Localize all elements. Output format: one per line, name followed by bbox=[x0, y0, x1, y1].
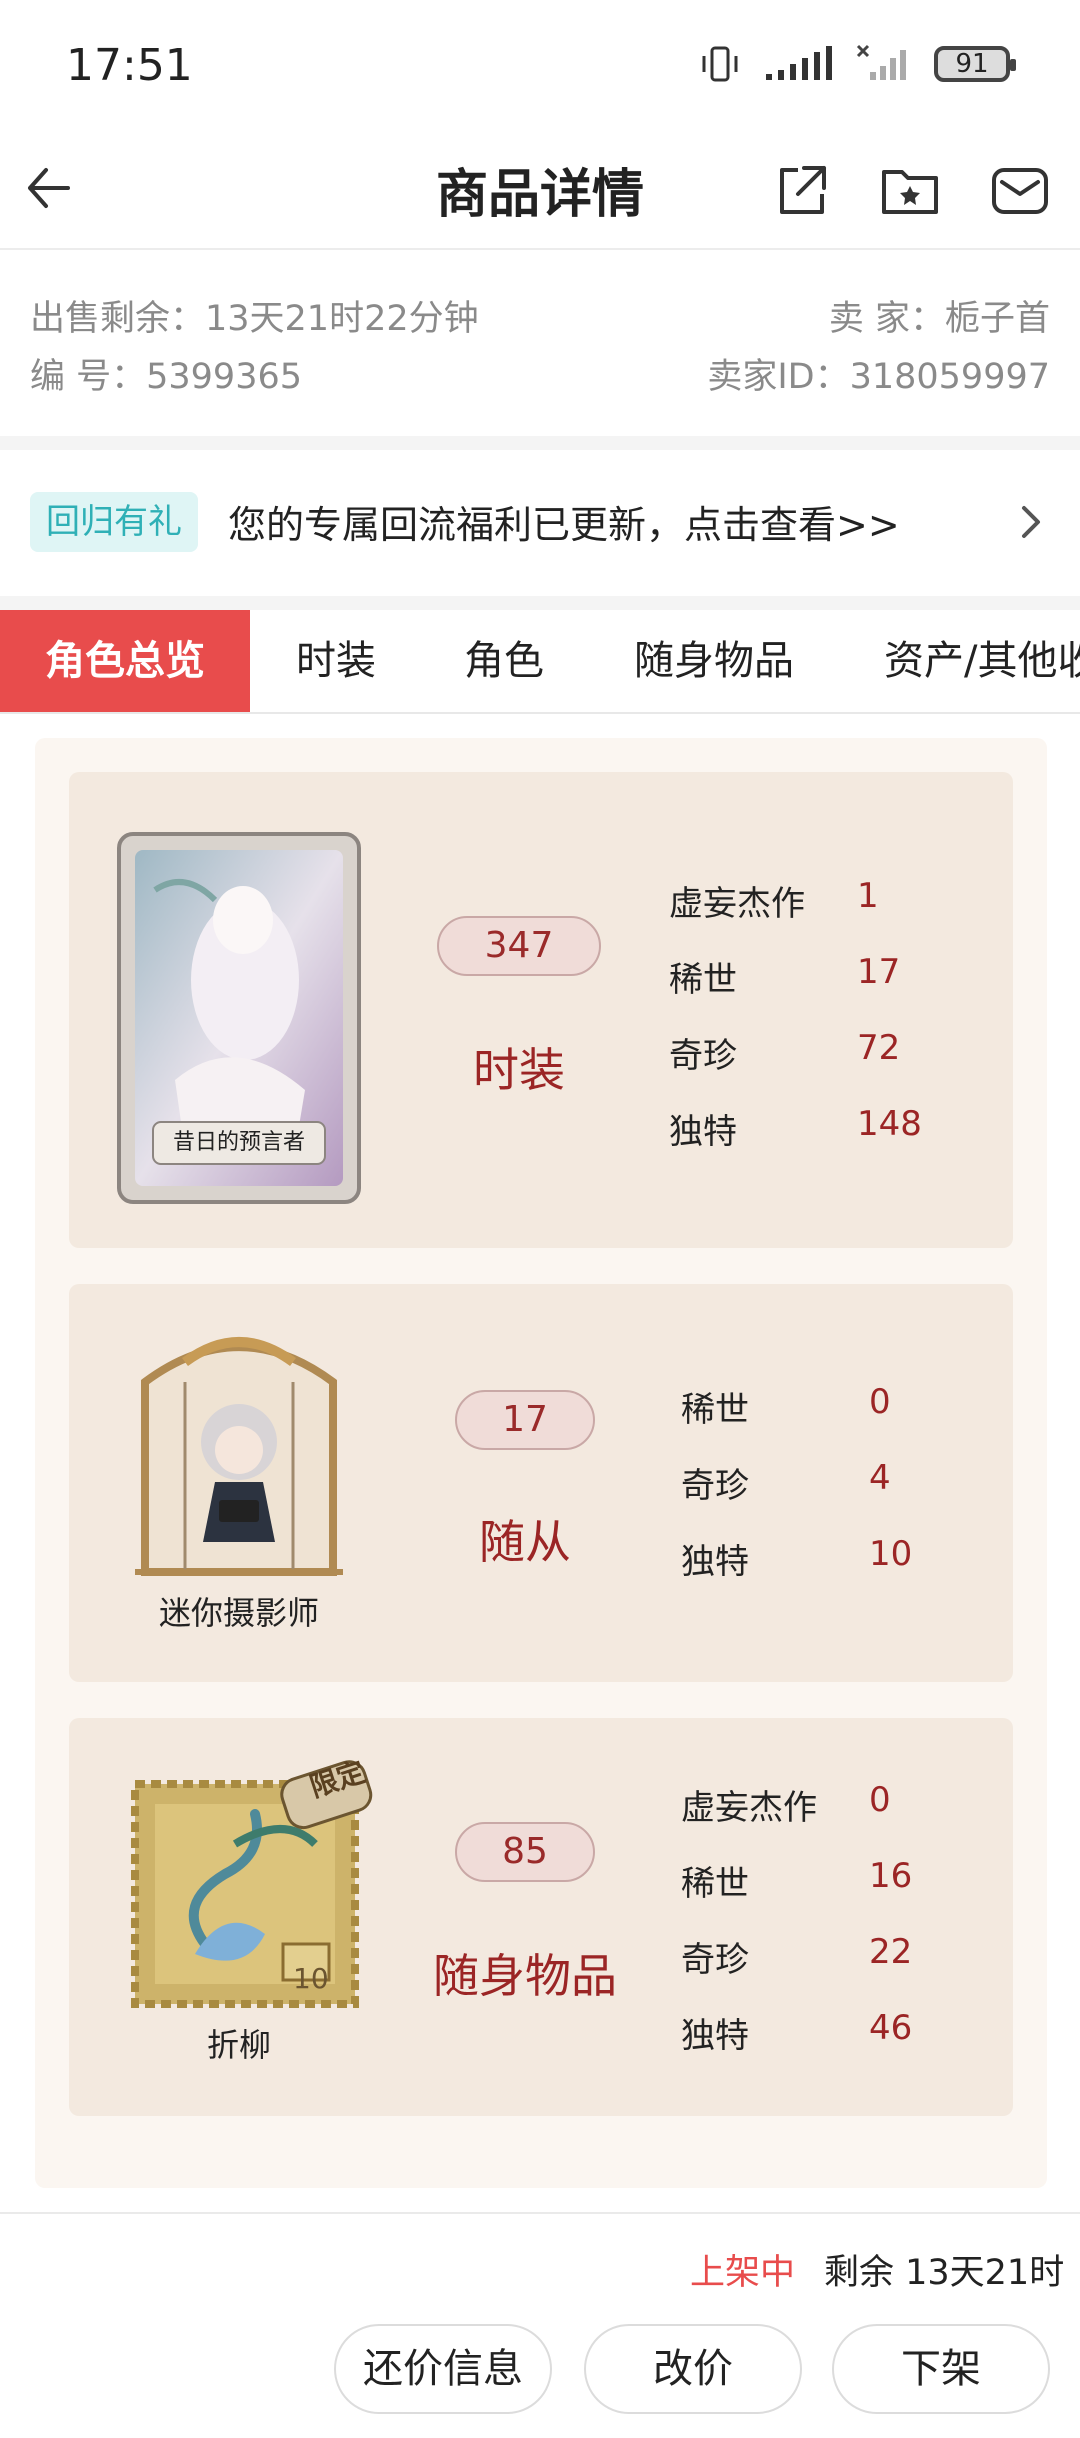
stat-value: 0 bbox=[869, 1780, 891, 1820]
listing-remaining: 剩余 13天21时 bbox=[824, 2253, 1065, 2293]
stat-value: 72 bbox=[857, 1028, 901, 1068]
battery-icon: 91 bbox=[934, 46, 1016, 82]
stat-name: 虚妄杰作 bbox=[681, 1788, 817, 1828]
stat-name: 稀世 bbox=[681, 1390, 749, 1430]
stat-value: 148 bbox=[857, 1104, 922, 1144]
stat-value: 46 bbox=[869, 2008, 913, 2048]
accessory-card[interactable]: 限定 10 折柳 85 随身物品 虚妄杰作 0 稀世 16 奇珍 22 独特 4… bbox=[69, 1718, 1013, 2116]
stat-value: 4 bbox=[869, 1458, 891, 1498]
return-gift-badge: 回归有礼 bbox=[30, 492, 198, 552]
item-number: 编 号：5399365 bbox=[30, 357, 303, 397]
bottom-action-bar: 上架中 剩余 13天21时 还价信息 改价 下架 bbox=[0, 2212, 1080, 2438]
fashion-thumb-label: 昔日的预言者 bbox=[172, 1130, 305, 1155]
status-icons: 91 bbox=[698, 44, 1016, 84]
overview-panel: 昔日的预言者 347 时装 虚妄杰作 1 稀世 17 奇珍 72 独特 148 … bbox=[35, 738, 1047, 2188]
seller-id: 卖家ID：318059997 bbox=[707, 357, 1050, 397]
stat-name: 虚妄杰作 bbox=[669, 884, 805, 924]
stat-name: 奇珍 bbox=[669, 1036, 737, 1076]
signal-off-icon bbox=[856, 44, 906, 80]
tab-fashion[interactable]: 时装 bbox=[296, 610, 376, 712]
follower-thumb-label: 迷你摄影师 bbox=[158, 1594, 319, 1632]
share-icon[interactable] bbox=[770, 158, 834, 222]
section-divider bbox=[0, 436, 1080, 450]
follower-thumbnail bbox=[135, 1337, 343, 1576]
stat-value: 10 bbox=[869, 1534, 913, 1574]
category-tabs: 角色总览 时装 角色 随身物品 资产/其他收 bbox=[0, 610, 1080, 714]
follower-count: 17 bbox=[455, 1390, 595, 1450]
tab-accessories[interactable]: 随身物品 bbox=[634, 610, 794, 712]
stat-value: 22 bbox=[869, 1932, 913, 1972]
return-gift-banner[interactable]: 回归有礼 您的专属回流福利已更新，点击查看>> bbox=[0, 450, 1080, 596]
stat-name: 独特 bbox=[669, 1112, 737, 1152]
section-divider bbox=[0, 596, 1080, 610]
stat-name: 奇珍 bbox=[681, 1940, 749, 1980]
stat-value: 16 bbox=[869, 1856, 913, 1896]
chevron-right-icon bbox=[1022, 506, 1040, 538]
counter-offer-button[interactable]: 还价信息 bbox=[334, 2324, 552, 2414]
status-bar: 17:51 91 bbox=[0, 0, 1080, 130]
tab-characters[interactable]: 角色 bbox=[464, 610, 544, 712]
stat-value: 17 bbox=[857, 952, 901, 992]
stat-name: 稀世 bbox=[669, 960, 737, 1000]
fashion-category-label: 时装 bbox=[473, 1043, 565, 1097]
seller-name: 卖 家：栀子首 bbox=[828, 299, 1050, 339]
tab-assets-other[interactable]: 资产/其他收 bbox=[884, 610, 1080, 712]
favorite-folder-icon[interactable] bbox=[878, 158, 942, 222]
fashion-card[interactable]: 昔日的预言者 347 时装 虚妄杰作 1 稀世 17 奇珍 72 独特 148 bbox=[69, 772, 1013, 1248]
fashion-count: 347 bbox=[437, 916, 601, 976]
accessory-thumb-label: 折柳 bbox=[206, 2026, 271, 2064]
stamp-number: 10 bbox=[293, 1962, 329, 1995]
banner-text: 您的专属回流福利已更新，点击查看>> bbox=[228, 503, 900, 547]
stat-name: 稀世 bbox=[681, 1864, 749, 1904]
follower-card[interactable]: 迷你摄影师 17 随从 稀世 0 奇珍 4 独特 10 bbox=[69, 1284, 1013, 1682]
status-time: 17:51 bbox=[66, 40, 193, 91]
delist-button[interactable]: 下架 bbox=[832, 2324, 1050, 2414]
accessory-category-label: 随身物品 bbox=[433, 1949, 617, 2003]
stat-name: 独特 bbox=[681, 2016, 749, 2056]
tab-overview[interactable]: 角色总览 bbox=[0, 610, 250, 712]
listing-status: 上架中 bbox=[690, 2253, 796, 2293]
message-icon[interactable] bbox=[988, 158, 1052, 222]
vibrate-icon bbox=[702, 46, 738, 82]
title-bar: 商品详情 bbox=[0, 130, 1080, 250]
stat-name: 独特 bbox=[681, 1542, 749, 1582]
follower-category-label: 随从 bbox=[479, 1515, 571, 1569]
item-info: 出售剩余：13天21时22分钟 卖 家：栀子首 编 号：5399365 卖家ID… bbox=[0, 268, 1080, 436]
stat-name: 奇珍 bbox=[681, 1466, 749, 1506]
sale-remaining: 出售剩余：13天21时22分钟 bbox=[30, 299, 479, 339]
stat-value: 1 bbox=[857, 876, 879, 916]
signal-icon bbox=[766, 46, 832, 80]
accessory-count: 85 bbox=[455, 1822, 595, 1882]
change-price-button[interactable]: 改价 bbox=[584, 2324, 802, 2414]
stat-value: 0 bbox=[869, 1382, 891, 1422]
